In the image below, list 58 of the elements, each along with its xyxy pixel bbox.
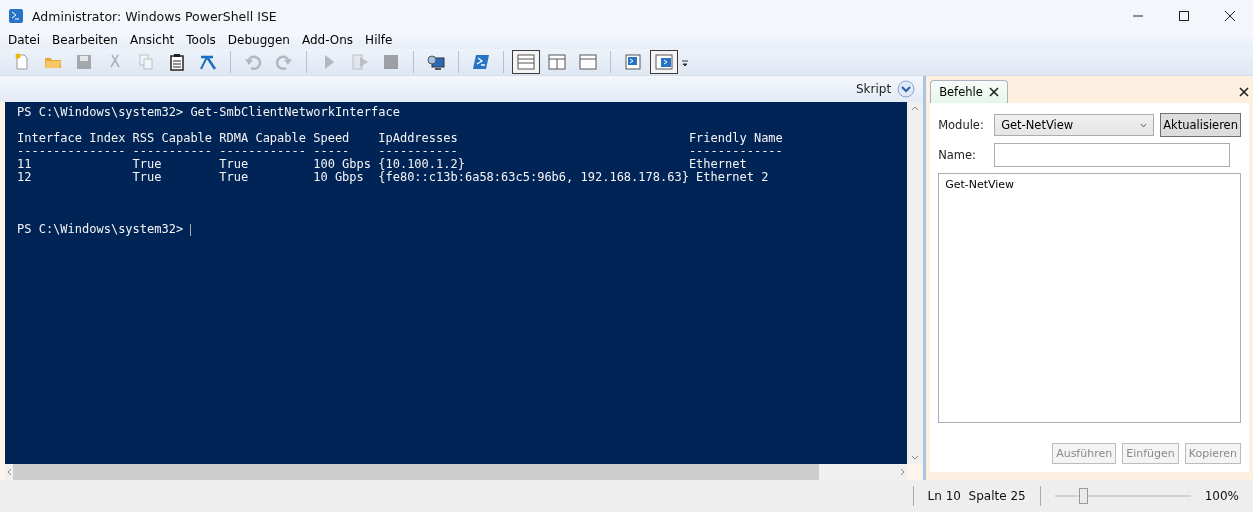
commands-tab[interactable]: Befehle	[930, 80, 1008, 103]
menu-item[interactable]: Hilfe	[359, 32, 399, 49]
pane-layout-icon	[548, 53, 566, 71]
redo-icon	[275, 53, 293, 71]
cursor-position: Ln 10 Spalte 25	[927, 489, 1026, 503]
console-line: Interface Index RSS Capable RDMA Capable Speed IpAddresses Friendly Name	[17, 131, 783, 145]
console-line: 11 True True 100 Gbps {10.100.1.2} Ethernet	[17, 157, 747, 171]
computer-icon	[427, 53, 445, 71]
floppy-icon	[75, 53, 93, 71]
zoom-level: 100%	[1204, 489, 1239, 503]
module-dropdown[interactable]: Get-NetView	[994, 114, 1155, 136]
scroll-down-icon[interactable]	[911, 454, 920, 462]
menu-item[interactable]: Tools	[180, 32, 222, 49]
menu-item[interactable]: Ansicht	[123, 32, 181, 49]
powershell-icon	[472, 53, 490, 71]
scroll-left-icon[interactable]	[5, 468, 13, 476]
pane-layout-icon	[517, 53, 535, 71]
menu-item[interactable]: Datei	[2, 32, 46, 49]
window-icon	[579, 53, 597, 71]
menu-item[interactable]: Add-Ons	[295, 32, 360, 49]
slider-thumb[interactable]	[1079, 488, 1089, 504]
command-pane-icon	[655, 53, 673, 71]
toolbar-button[interactable]	[650, 50, 678, 74]
console-line: PS C:\Windows\system32> Get-SmbClientNetworkInterface	[17, 105, 400, 119]
vertical-scrollbar[interactable]	[907, 102, 924, 464]
tab-close-button[interactable]	[988, 87, 999, 97]
expand-icon[interactable]	[897, 80, 916, 98]
close-pane-button[interactable]	[1239, 87, 1249, 97]
copy-icon	[137, 53, 155, 71]
console-line: --------------- ----------- ------------ ----- ----------- -------------	[17, 144, 783, 158]
stop-icon	[382, 53, 400, 71]
undo-icon	[244, 53, 262, 71]
scroll-up-icon[interactable]	[911, 104, 920, 112]
script-pane-label: Skript	[855, 82, 892, 96]
tab-label: Befehle	[939, 85, 983, 99]
script-pane-icon	[624, 53, 642, 71]
window-title: Administrator: Windows PowerShell ISE	[32, 8, 278, 24]
console-line: 12 True True 10 Gbps {fe80::c13b:6a58:63c5:96b6, 192.168.178.63} Ethernet 2	[17, 170, 769, 184]
command-list[interactable]: Get-NetView	[938, 173, 1241, 423]
zoom-slider[interactable]	[1054, 488, 1191, 504]
command-item[interactable]: Get-NetView	[945, 178, 1234, 191]
run-selection-icon	[351, 53, 369, 71]
menu-item[interactable]: Bearbeiten	[46, 32, 124, 49]
toolbar-button[interactable]	[512, 50, 540, 74]
new-file-icon	[13, 53, 31, 71]
clipboard-icon	[168, 53, 186, 71]
name-field[interactable]	[994, 143, 1231, 167]
name-label: Name:	[938, 148, 977, 162]
maximize-icon	[1179, 11, 1189, 21]
powershell-app-icon	[8, 8, 24, 24]
refresh-button[interactable]: Aktualisieren	[1160, 113, 1241, 137]
console-line: PS C:\Windows\system32>	[17, 222, 185, 236]
module-label: Module:	[938, 118, 985, 132]
console-pane[interactable]	[5, 102, 908, 464]
close-icon	[1225, 11, 1235, 21]
menu-item[interactable]: Debuggen	[221, 32, 296, 49]
overflow-icon[interactable]	[681, 57, 689, 67]
caret-icon	[1140, 122, 1148, 128]
